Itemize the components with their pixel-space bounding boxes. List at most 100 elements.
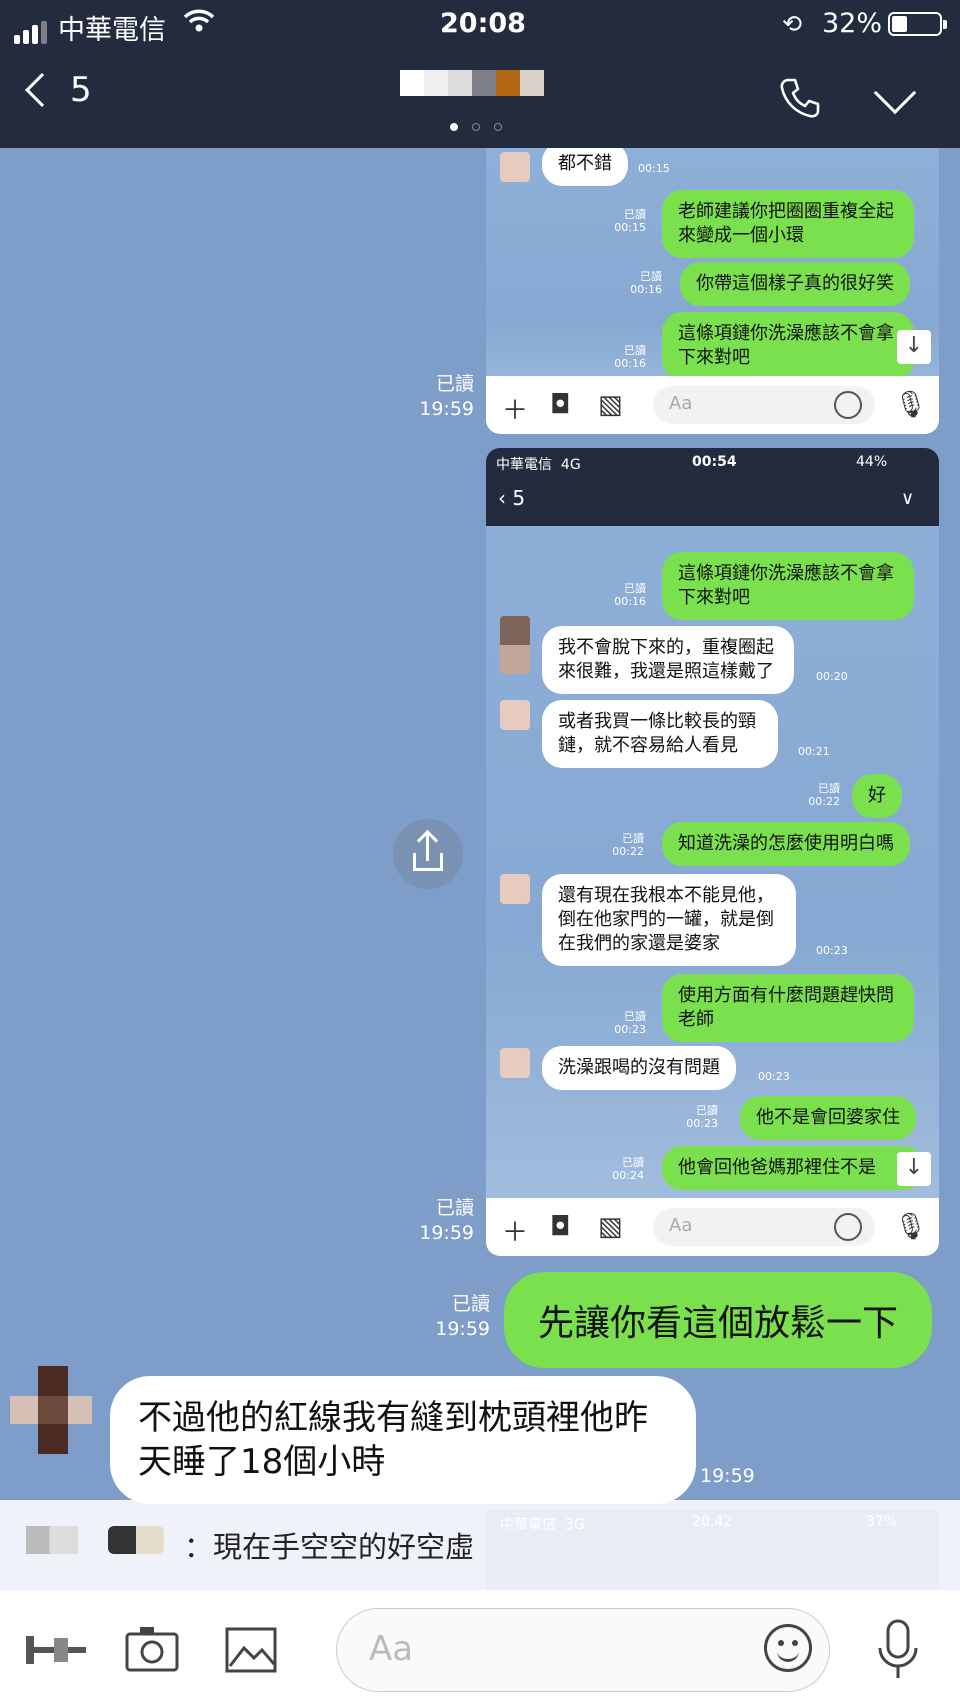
input-bar: ＋ ◘ ▧ Aa 🎙 <box>486 376 939 434</box>
emoji-icon[interactable] <box>764 1624 812 1672</box>
avatar <box>500 700 530 730</box>
message-meta: 已讀 00:24 <box>612 1156 644 1182</box>
avatar <box>500 874 530 904</box>
redacted-block <box>448 70 472 96</box>
ghost-battery: 37% <box>866 1514 898 1530</box>
input-bar: ＋ ◘ ▧ Aa 🎙 <box>486 1198 939 1256</box>
ghost-time: 20:42 <box>692 1514 733 1530</box>
page-dot <box>450 123 458 131</box>
avatar <box>500 1048 530 1078</box>
message-bubble: 這條項鏈你洗澡應該不會拿下來對吧 <box>662 552 914 620</box>
page-dot <box>472 123 480 131</box>
avatar[interactable] <box>10 1366 92 1454</box>
redacted-block <box>424 70 448 96</box>
status-time: 20:08 <box>440 8 526 39</box>
message-meta: 已讀 00:16 <box>630 270 662 296</box>
message-time: 00:15 <box>638 162 670 175</box>
battery-percent: 32% <box>822 8 883 39</box>
plus-icon: ＋ <box>502 1218 529 1248</box>
ghost-screenshot-preview: 中華電信 3G 20:42 37% <box>486 1510 939 1590</box>
avatar <box>500 616 530 674</box>
message-bubble: 這條項鏈你洗澡應該不會拿下來對吧 <box>662 312 914 380</box>
camera-icon[interactable] <box>124 1624 180 1678</box>
more-icon[interactable] <box>24 1630 90 1674</box>
avatar <box>500 152 530 182</box>
preview-text: ：現在手空空的好空虛 <box>184 1530 475 1564</box>
message-preview-bar[interactable]: 中華電信 3G 20:42 37% ：現在手空空的好空虛 <box>0 1500 960 1590</box>
camera-icon: ◘ <box>550 1212 571 1242</box>
carrier-label: 中華電信 <box>58 15 166 46</box>
emoji-icon <box>834 391 862 419</box>
page-dot <box>494 123 502 131</box>
message-bubble: 你帶這個樣子真的很好笑 <box>680 262 910 306</box>
share-button[interactable] <box>393 819 463 889</box>
message-bubble: 不過他的紅線我有縫到枕頭裡他昨天睡了18個小時 <box>110 1376 696 1504</box>
message-bubble: 還有現在我根本不能見他，倒在他家門的一罐，就是倒在我們的家還是婆家 <box>542 874 796 966</box>
emoji-icon <box>834 1213 862 1241</box>
image-icon[interactable] <box>224 1626 278 1678</box>
redacted-block <box>520 70 544 96</box>
mini-time: 00:54 <box>692 454 737 470</box>
mic-icon: 🎙 <box>894 1212 928 1242</box>
message-meta: 已讀 00:23 <box>614 1010 646 1036</box>
message-meta: 已讀 00:22 <box>612 832 644 858</box>
message-meta: 已讀 00:16 <box>614 582 646 608</box>
sender-name <box>108 1526 164 1554</box>
image-icon: ▧ <box>598 390 623 420</box>
camera-icon: ◘ <box>550 390 571 420</box>
rotation-lock-icon: ⟲ <box>782 10 803 38</box>
chevron-down-icon[interactable] <box>873 71 917 115</box>
message-meta: 已讀 00:22 <box>808 782 840 808</box>
message-bubble: 老師建議你把圈圈重複全起來變成一個小環 <box>662 190 914 258</box>
message-meta: 已讀 00:23 <box>686 1104 718 1130</box>
message-time: 00:20 <box>816 670 848 683</box>
screenshot-header: 中華電信 4G 00:54 44% ‹ 5 ∨ <box>486 448 939 526</box>
chat-input-bar: Aa <box>0 1590 960 1707</box>
message-meta: 已讀 19:59 <box>419 1197 474 1244</box>
back-button[interactable]: 5 <box>25 70 92 110</box>
redacted-block <box>400 70 424 96</box>
redacted-block <box>496 70 520 96</box>
message-bubble: 知道洗澡的怎麼使用明白嗎 <box>662 822 910 866</box>
ghost-carrier: 中華電信 3G <box>500 1517 585 1533</box>
mini-carrier: 中華電信 4G <box>496 457 581 473</box>
message-bubble: 都不錯 <box>542 148 628 186</box>
image-icon: ▧ <box>598 1212 623 1242</box>
message-bubble: 我不會脫下來的，重複圈起來很難，我還是照這樣戴了 <box>542 626 794 694</box>
mini-battery: 44% <box>856 454 888 470</box>
message-bubble: 先讓你看這個放鬆一下 <box>504 1272 933 1368</box>
scroll-down-icon: ↓ <box>897 1152 931 1186</box>
message-time: 19:59 <box>700 1465 755 1487</box>
mini-back: ‹ 5 <box>498 486 526 510</box>
phone-icon[interactable] <box>778 76 822 130</box>
message-bubble: 使用方面有什麼問題趕快問老師 <box>662 974 914 1042</box>
top-bar: 中華電信 20:08 ⟲ 32% 5 <box>0 0 960 148</box>
message-bubble: 他不是會回婆家住 <box>740 1096 916 1140</box>
message-bubble: 他會回他爸媽那裡住不是 <box>662 1146 924 1190</box>
page-indicator <box>450 123 502 131</box>
wifi-icon <box>183 8 215 41</box>
signal-icon <box>14 13 50 44</box>
message-bubble: 洗澡跟喝的沒有問題 <box>542 1046 736 1090</box>
sender-avatar <box>26 1526 78 1554</box>
back-chevron-icon <box>25 73 59 107</box>
message-meta: 已讀 19:59 <box>419 373 474 420</box>
mic-icon: 🎙 <box>894 390 928 420</box>
shared-screenshot-2[interactable]: 中華電信 4G 00:54 44% ‹ 5 ∨ 已讀 00:16 這條項鏈你洗澡應… <box>486 448 939 1256</box>
mic-icon[interactable] <box>876 1618 920 1686</box>
chat-title-redacted <box>400 70 544 96</box>
chevron-down-icon: ∨ <box>901 488 915 509</box>
message-input[interactable]: Aa <box>336 1608 830 1692</box>
message-bubble: 好 <box>852 774 902 818</box>
message-meta: 已讀 00:16 <box>614 344 646 370</box>
scroll-down-icon: ↓ <box>897 330 931 364</box>
shared-screenshot-1[interactable]: 都不錯 00:15 已讀 00:15 老師建議你把圈圈重複全起來變成一個小環 已讀… <box>486 148 939 434</box>
plus-icon: ＋ <box>502 396 529 426</box>
status-bar: 中華電信 20:08 ⟲ 32% <box>0 0 960 48</box>
message-time: 00:23 <box>758 1070 790 1083</box>
message-meta: 已讀 19:59 <box>435 1293 490 1340</box>
back-count: 5 <box>70 70 92 110</box>
message-meta: 已讀 00:15 <box>614 208 646 234</box>
redacted-block <box>472 70 496 96</box>
battery-icon <box>888 12 947 36</box>
